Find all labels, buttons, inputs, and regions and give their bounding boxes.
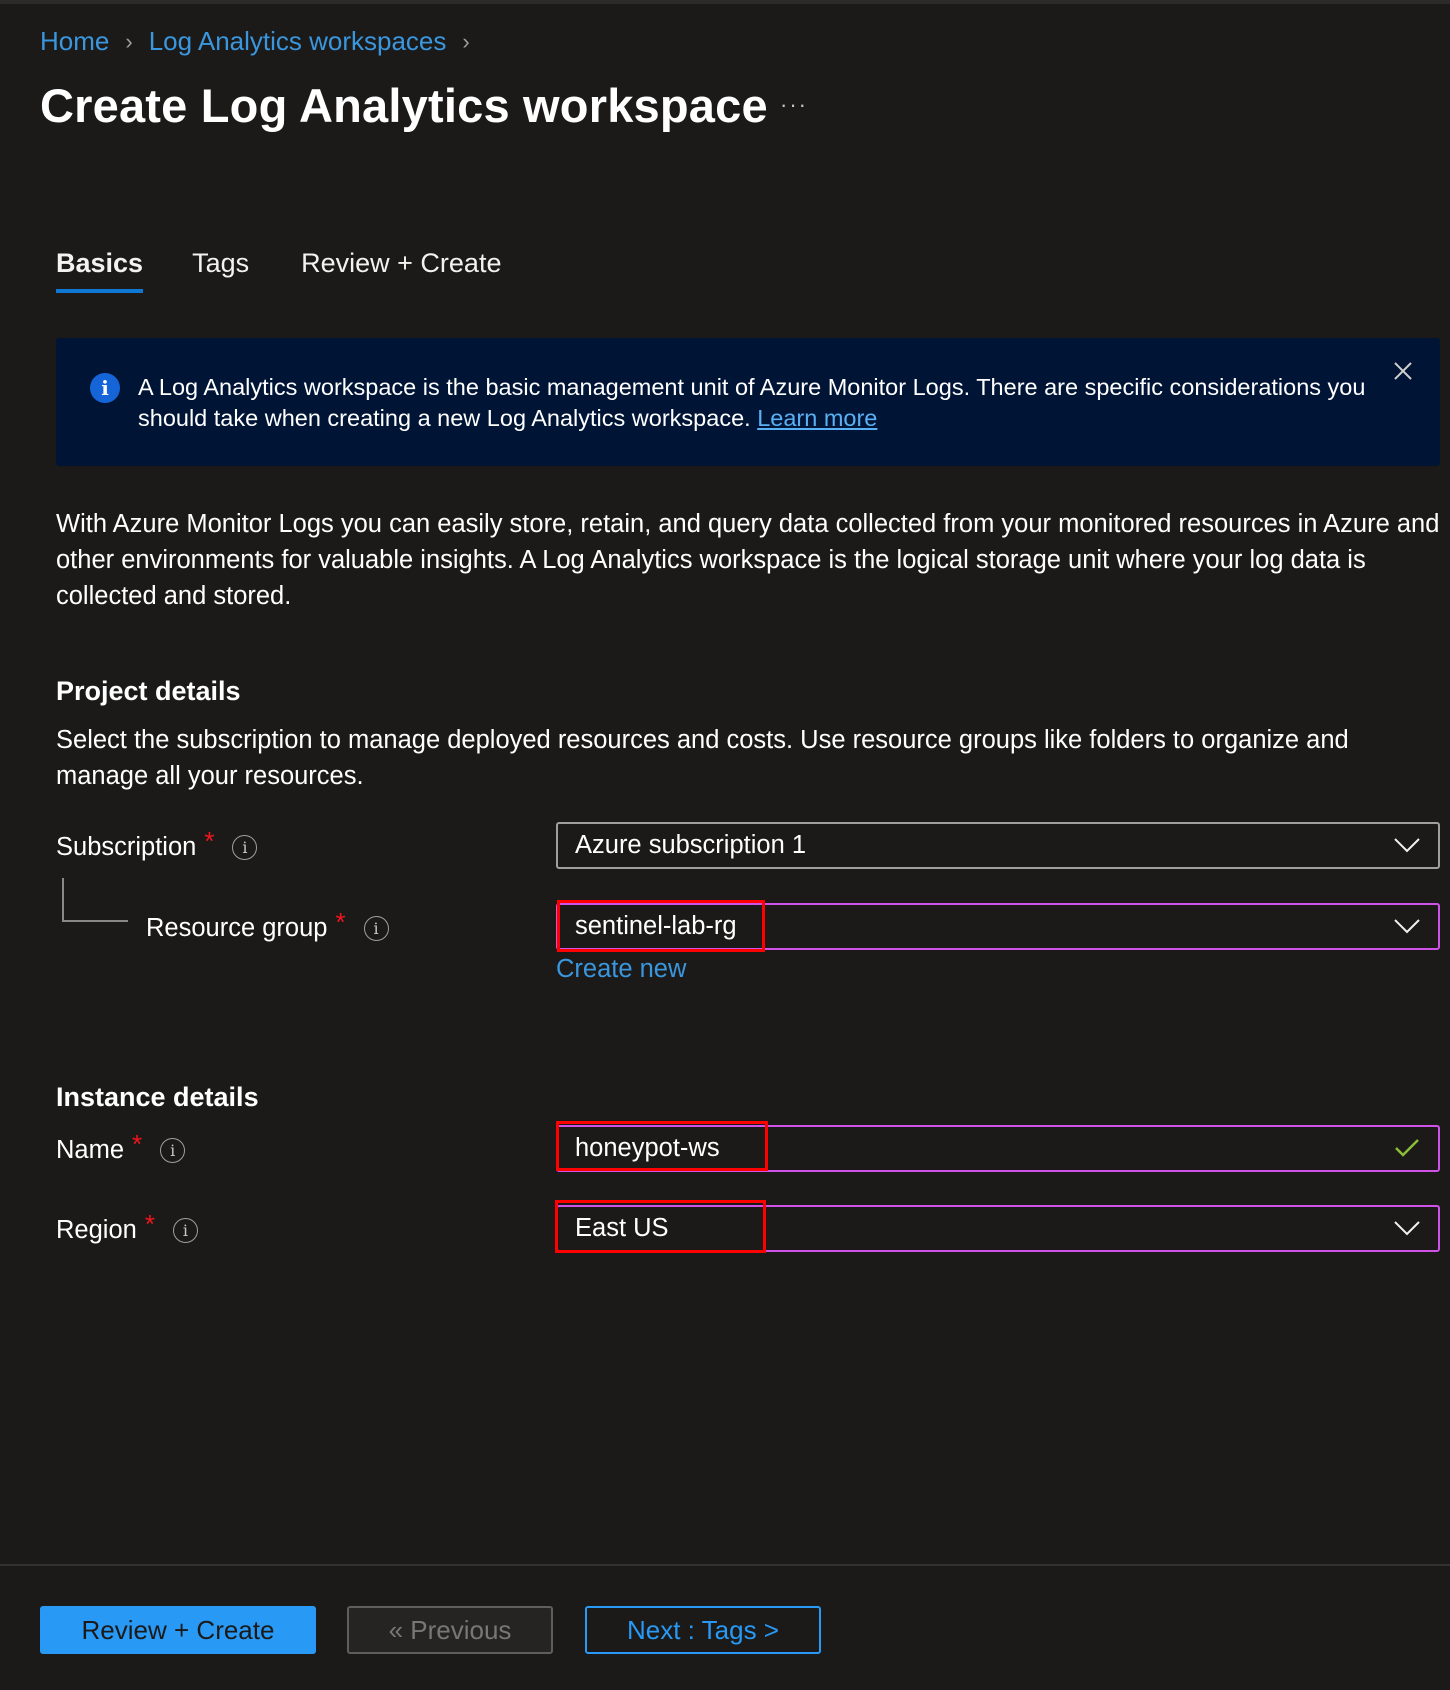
tab-review-create[interactable]: Review + Create — [301, 248, 501, 293]
subscription-label: Subscription — [56, 833, 197, 861]
resource-group-dropdown[interactable]: sentinel-lab-rg — [556, 903, 1440, 950]
close-icon[interactable] — [1392, 360, 1414, 382]
tab-tags[interactable]: Tags — [192, 248, 249, 293]
page-title: Create Log Analytics workspace — [40, 79, 768, 132]
top-border — [0, 0, 1450, 4]
resource-group-value: sentinel-lab-rg — [575, 912, 737, 940]
previous-button[interactable]: « Previous — [347, 1606, 553, 1654]
subscription-dropdown[interactable]: Azure subscription 1 — [556, 822, 1440, 869]
info-banner-message: A Log Analytics workspace is the basic m… — [138, 374, 1366, 431]
chevron-right-icon: › — [125, 28, 133, 54]
info-circle-icon[interactable]: i — [363, 916, 389, 941]
create-new-resource-group-link[interactable]: Create new — [556, 955, 686, 984]
project-details-heading: Project details — [56, 676, 241, 706]
chevron-down-icon — [1394, 838, 1420, 853]
wizard-tabs: Basics Tags Review + Create — [56, 248, 501, 293]
breadcrumb-log-analytics-workspaces[interactable]: Log Analytics workspaces — [149, 26, 447, 57]
resource-group-label: Resource group — [146, 914, 328, 942]
tree-connector — [62, 878, 128, 922]
breadcrumb-home[interactable]: Home — [40, 26, 109, 57]
required-asterisk: * — [204, 826, 215, 856]
project-details-description: Select the subscription to manage deploy… — [56, 726, 1349, 790]
instance-details-heading: Instance details — [56, 1082, 259, 1112]
intro-paragraph: With Azure Monitor Logs you can easily s… — [56, 510, 1440, 610]
required-asterisk: * — [144, 1209, 155, 1239]
name-label: Name — [56, 1136, 125, 1164]
resource-group-label-row: Resource group * i — [146, 907, 389, 944]
footer-divider — [0, 1564, 1450, 1566]
info-banner-text: A Log Analytics workspace is the basic m… — [138, 372, 1368, 434]
info-circle-icon[interactable]: i — [160, 1138, 186, 1163]
name-value: honeypot-ws — [575, 1134, 720, 1162]
breadcrumb: Home › Log Analytics workspaces › — [40, 26, 486, 57]
tab-basics[interactable]: Basics — [56, 248, 144, 293]
required-asterisk: * — [132, 1129, 143, 1159]
next-tags-button[interactable]: Next : Tags > — [585, 1606, 821, 1654]
more-options-icon[interactable]: ··· — [780, 92, 808, 118]
name-label-row: Name * i — [56, 1129, 186, 1166]
region-value: East US — [575, 1214, 669, 1242]
info-circle-icon[interactable]: i — [172, 1218, 198, 1243]
info-circle-icon[interactable]: i — [232, 835, 258, 860]
checkmark-icon — [1395, 1139, 1419, 1157]
subscription-value: Azure subscription 1 — [575, 831, 807, 859]
region-label: Region — [56, 1216, 137, 1244]
region-dropdown[interactable]: East US — [556, 1205, 1440, 1252]
required-asterisk: * — [335, 907, 346, 937]
chevron-right-icon: › — [462, 28, 470, 54]
learn-more-link[interactable]: Learn more — [757, 405, 877, 431]
info-icon: i — [90, 373, 120, 403]
chevron-down-icon — [1394, 1221, 1420, 1236]
chevron-down-icon — [1394, 919, 1420, 934]
region-label-row: Region * i — [56, 1209, 198, 1246]
name-input[interactable]: honeypot-ws — [556, 1125, 1440, 1172]
subscription-label-row: Subscription * i — [56, 826, 258, 863]
review-create-button[interactable]: Review + Create — [40, 1606, 316, 1654]
